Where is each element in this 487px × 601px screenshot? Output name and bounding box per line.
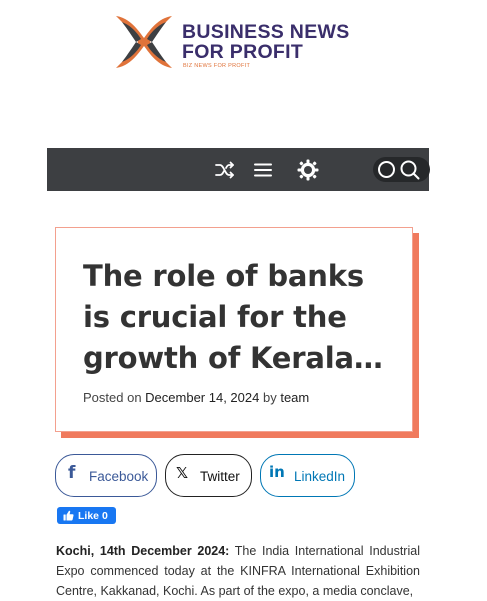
share-facebook-label: Facebook <box>89 469 149 484</box>
menu-icon <box>254 163 272 176</box>
brand-tagline: BIZ NEWS FOR PROFIT <box>183 63 251 69</box>
menu-button[interactable] <box>251 148 275 191</box>
meta-by: by <box>262 390 277 405</box>
x-twitter-icon: 𝕏 <box>176 464 189 482</box>
brand-name-line2: FOR PROFIT <box>182 41 304 63</box>
post-header-card: The role of banks is crucial for the gro… <box>55 227 413 432</box>
post-title: The role of banks is crucial for the gro… <box>83 259 383 375</box>
like-count: 0 <box>101 509 108 522</box>
share-linkedin-label: LinkedIn <box>294 469 346 484</box>
brand-name-line1: BUSINESS NEWS <box>182 21 350 43</box>
search-button[interactable] <box>398 148 422 191</box>
site-logo[interactable]: BUSINESS NEWS FOR PROFIT BIZ NEWS FOR PR… <box>110 8 380 80</box>
brand-name: BUSINESS NEWS FOR PROFIT <box>182 22 350 62</box>
shuffle-button[interactable] <box>212 148 238 191</box>
share-linkedin-button[interactable]: in LinkedIn <box>260 454 355 497</box>
post-meta: Posted on December 14, 2024 by team <box>83 390 309 405</box>
article-paragraph: Kochi, 14th December 2024: The India Int… <box>56 541 420 601</box>
sun-icon <box>297 159 319 180</box>
top-navbar <box>47 148 430 191</box>
toggle-knob <box>378 161 395 178</box>
share-facebook-button[interactable]: f Facebook <box>55 454 157 497</box>
theme-light-button[interactable] <box>296 148 320 191</box>
post-author-link[interactable]: team <box>280 390 309 405</box>
facebook-icon: f <box>68 463 76 483</box>
linkedin-icon: in <box>269 463 285 481</box>
post-date-link[interactable]: December 14, 2024 <box>145 390 259 405</box>
article-dateline: Kochi, 14th December 2024: <box>56 544 230 558</box>
thumbs-up-icon <box>63 510 74 521</box>
share-twitter-button[interactable]: 𝕏 Twitter <box>165 454 252 497</box>
search-icon <box>400 160 420 179</box>
meta-prefix: Posted on <box>83 390 142 405</box>
like-label: Like <box>78 509 100 522</box>
facebook-like-button[interactable]: Like 0 <box>57 507 116 524</box>
shuffle-icon <box>215 161 234 178</box>
share-twitter-label: Twitter <box>200 469 240 484</box>
logo-mark-icon <box>116 16 172 68</box>
